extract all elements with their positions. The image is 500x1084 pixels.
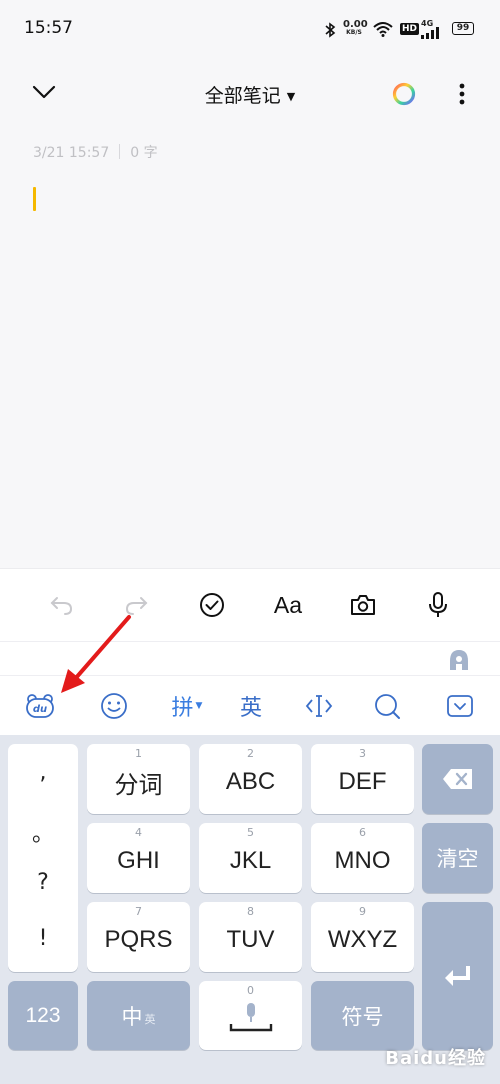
camera-icon[interactable] [341,583,385,627]
punctuation-panel[interactable]: , 。 ? ! [8,744,78,972]
note-date: 3/21 15:57 [33,145,110,161]
note-meta: 3/21 15:57 0 字 [33,142,158,162]
baidu-watermark: Baidu经验 [385,1048,486,1069]
space-bar-icon [229,1023,272,1031]
battery-icon: 99 [452,22,474,35]
microphone-icon[interactable] [416,583,460,627]
page-title[interactable]: 全部笔记 ▼ [0,81,500,108]
cursor-icon[interactable] [299,676,339,736]
key-5[interactable]: 5 JKL [199,823,302,893]
symbols-key[interactable]: 符号 [311,981,414,1050]
space-key[interactable]: 0 [199,981,302,1050]
english-mode-button[interactable]: 英 [231,676,271,736]
more-vertical-icon[interactable] [457,82,467,106]
voice-input-icon [246,1002,255,1022]
checkbox-icon[interactable] [190,583,234,627]
punct-period-key[interactable]: 。 [8,816,78,848]
punct-question-key[interactable]: ? [8,870,78,895]
zh-en-switch-key[interactable]: 中英 [87,981,190,1050]
key-7[interactable]: 7 PQRS [87,902,190,972]
text-format-button[interactable]: Aa [266,583,310,627]
color-ring-icon[interactable] [391,81,417,107]
pinyin-mode-button[interactable]: 拼 ▼ [162,676,212,736]
wifi-icon [373,22,393,37]
punct-exclaim-key[interactable]: ! [8,926,78,951]
enter-key[interactable] [422,902,493,1050]
dropdown-caret-icon: ▼ [286,90,296,103]
baidu-logo-icon[interactable] [446,648,472,672]
key-4[interactable]: 4 GHI [87,823,190,893]
hd-badge: HD [400,23,420,35]
baidu-du-icon[interactable]: du [20,676,60,736]
backspace-key[interactable] [422,744,493,814]
net-speed: 0.00 KB/S [343,19,368,36]
note-body[interactable] [0,170,500,568]
key-8[interactable]: 8 TUV [199,902,302,972]
bluetooth-icon [325,22,336,38]
key-2[interactable]: 2 ABC [199,744,302,814]
key-6[interactable]: 6 MNO [311,823,414,893]
status-bar: 15:57 0.00 KB/S HD 4G 99 [0,0,500,60]
clear-key[interactable]: 清空 [422,823,493,893]
search-icon[interactable] [367,676,407,736]
svg-text:du: du [33,704,47,715]
word-count: 0 字 [130,145,158,161]
key-1[interactable]: 1 分词 [87,744,190,814]
key-3[interactable]: 3 DEF [311,744,414,814]
hide-keyboard-icon[interactable] [440,676,480,736]
status-time: 15:57 [24,18,73,38]
enter-icon [444,966,470,986]
key-9[interactable]: 9 WXYZ [311,902,414,972]
numbers-key[interactable]: 123 [8,981,78,1050]
backspace-icon [442,769,472,789]
annotation-arrow-icon [61,615,131,693]
punct-comma-key[interactable]: , [8,760,78,785]
